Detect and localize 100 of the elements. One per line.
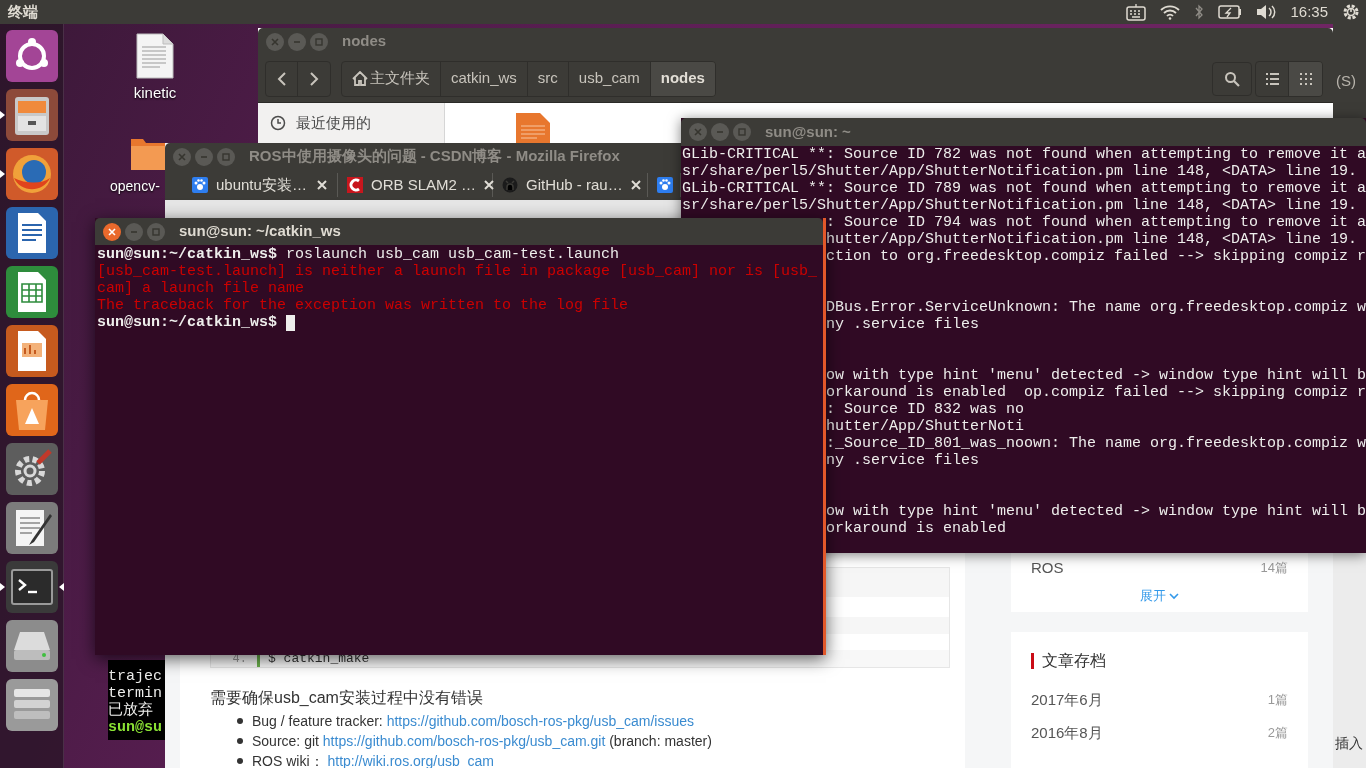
terminal-prompt: sun@sun:~/catkin_ws$ (97, 314, 278, 331)
close-icon (694, 128, 702, 136)
browser-tab[interactable]: GitHub - rau… (493, 173, 648, 197)
error-line: [usb_cam-test.launch] is neither a launch file in package [usb_cam] nor is [usb_ (97, 263, 819, 280)
maximize-icon (738, 128, 746, 136)
document-icon[interactable] (136, 33, 174, 79)
battery-icon[interactable] (1218, 5, 1243, 19)
terminal-line: ow with type hint 'menu' detected -> window type hint will b (826, 503, 1366, 520)
window-title: sun@sun: ~ (765, 121, 851, 142)
terminal-line: GLib-CRITICAL **: Source ID 789 was not found when attempting to remove it a (682, 180, 1366, 197)
dash-logo-icon[interactable] (5, 30, 58, 82)
disk-stack-icon[interactable] (5, 679, 58, 731)
tab-close-button[interactable] (316, 179, 328, 191)
text-editor-icon[interactable] (5, 502, 58, 554)
maximize-icon (222, 152, 230, 161)
tab-close-button[interactable] (484, 179, 495, 191)
close-icon (317, 180, 327, 190)
error-line: The traceback for the exception was written to the log file (97, 297, 630, 314)
close-icon (271, 37, 279, 46)
terminal-line: hutter/App/ShutterNoti (826, 418, 1025, 435)
post-count: 14篇 (1260, 559, 1288, 578)
terminal-line: ny .service files (826, 316, 980, 333)
disk-drive-icon[interactable] (5, 620, 58, 672)
shopping-bag-icon[interactable] (5, 384, 58, 436)
terminal-line: ny .service files (826, 452, 980, 469)
keyboard-icon[interactable] (1126, 3, 1147, 21)
wifi-icon[interactable] (1160, 4, 1181, 20)
maximize-icon (152, 227, 160, 236)
file-icon[interactable] (515, 112, 551, 143)
grid-view-button[interactable] (1289, 61, 1322, 96)
sidebar-item[interactable]: 最近使用的 (258, 103, 444, 143)
close-icon (630, 180, 641, 190)
link[interactable]: https://github.com/bosch-ros-pkg/usb_cam.git (322, 732, 606, 749)
search-icon (1224, 70, 1240, 87)
presentation-icon[interactable] (5, 325, 58, 377)
list-item-text: Bug / feature tracker: https://github.com/bosch-ros-pkg/usb_cam/issues (252, 711, 694, 731)
terminal-line: :_Source_ID_801_was_noown: The name org.freedesktop.compiz w (826, 435, 1366, 452)
window-button-text[interactable]: (S) (1336, 72, 1356, 89)
window-title: sun@sun: ~/catkin_ws (179, 221, 341, 242)
paragraph: 需要确保usb_cam安装过程中没有错误 (210, 688, 484, 708)
terminal-line: DBus.Error.ServiceUnknown: The name org.freedesktop.compiz w (826, 299, 1366, 316)
post-count: 2篇 (1267, 724, 1288, 743)
terminal-line: termin (108, 685, 163, 702)
panel-label: 插入 (1335, 735, 1363, 751)
link[interactable]: https://github.com/bosch-ros-pkg/usb_cam/issues (386, 712, 694, 729)
link[interactable]: http://wiki.ros.org/usb_cam (327, 752, 494, 768)
path-button[interactable]: usb_cam (568, 61, 651, 96)
terminal-line: sr/share/perl5/Shutter/App/ShutterNotification.pm line 148, <DATA> line 19. (682, 197, 1359, 214)
terminal-line: : Source ID 794 was not found when attempting to remove it a (826, 214, 1366, 231)
path-button[interactable]: catkin_ws (441, 61, 528, 96)
close-icon (178, 152, 186, 161)
close-icon (108, 227, 116, 236)
accent-bar (1031, 653, 1034, 669)
clock-time[interactable]: 16:35 (1290, 0, 1328, 24)
document-icon[interactable] (5, 207, 58, 259)
search-button[interactable] (1212, 61, 1252, 96)
settings-icon[interactable] (5, 443, 58, 495)
paw-logo-icon (192, 177, 208, 193)
window-title: nodes (342, 31, 387, 52)
window-title: ROS中使用摄像头的问题 - CSDN博客 - Mozilla Firefox (249, 146, 620, 167)
file-cabinet-icon[interactable] (5, 89, 58, 141)
paw-logo-icon (657, 177, 673, 193)
path-button[interactable]: 主文件夹 (342, 61, 441, 96)
maximize-icon (315, 37, 323, 46)
terminal-line: orkaround is enabled (826, 520, 1007, 537)
terminal-line: GLib-CRITICAL **: Source ID 782 was not found when attempting to remove it a (682, 146, 1366, 163)
chevron-right-icon (309, 71, 319, 86)
arc-logo-icon (347, 177, 363, 193)
category-link[interactable]: ROS (1031, 556, 1064, 580)
spreadsheet-icon[interactable] (5, 266, 58, 318)
terminal-line: ow with type hint 'menu' detected -> window type hint will b (826, 367, 1366, 384)
minimize-icon (716, 128, 724, 136)
close-button[interactable] (103, 222, 121, 241)
grid-icon (1298, 71, 1313, 86)
post-count: 1篇 (1267, 691, 1288, 710)
app-title: 终端 (8, 1, 38, 22)
close-icon (484, 180, 495, 190)
globe-icon[interactable] (5, 148, 58, 200)
chevron-left-icon (276, 71, 287, 86)
list-item-text: ROS wiki： http://wiki.ros.org/usb_cam (252, 751, 494, 768)
archive-link[interactable]: 2017年6月 (1031, 688, 1103, 712)
path-button[interactable]: src (527, 61, 569, 96)
volume-icon[interactable] (1256, 4, 1277, 20)
path-button[interactable]: nodes (650, 61, 715, 96)
terminal-icon[interactable] (5, 561, 58, 613)
desktop-icon-label[interactable]: opencv- (110, 176, 160, 197)
terminal-line: orkaround is enabled op.compiz failed --> skipping compiz r (826, 384, 1366, 401)
terminal-line: sun@su (108, 719, 163, 736)
archive-link[interactable]: 2016年8月 (1031, 721, 1103, 745)
bluetooth-icon[interactable] (1194, 4, 1205, 20)
error-line: cam] a launch file name (97, 280, 306, 297)
terminal-line: sr/share/perl5/Shutter/App/ShutterNotification.pm line 148, <DATA> line 19. (682, 163, 1359, 180)
settings-icon[interactable] (1342, 3, 1360, 21)
list-icon (1264, 71, 1280, 86)
desktop-icon-label[interactable]: kinetic (116, 82, 194, 105)
terminal-line: sun@sun:~/catkin_ws$ roslaunch usb_cam usb_cam-test.launch (97, 246, 621, 263)
tab-close-button[interactable] (630, 179, 641, 191)
browser-tab[interactable]: ubuntu安装… (183, 173, 338, 197)
chevron-down-icon (1169, 592, 1179, 600)
browser-tab[interactable]: ORB SLAM2 … (338, 173, 493, 197)
